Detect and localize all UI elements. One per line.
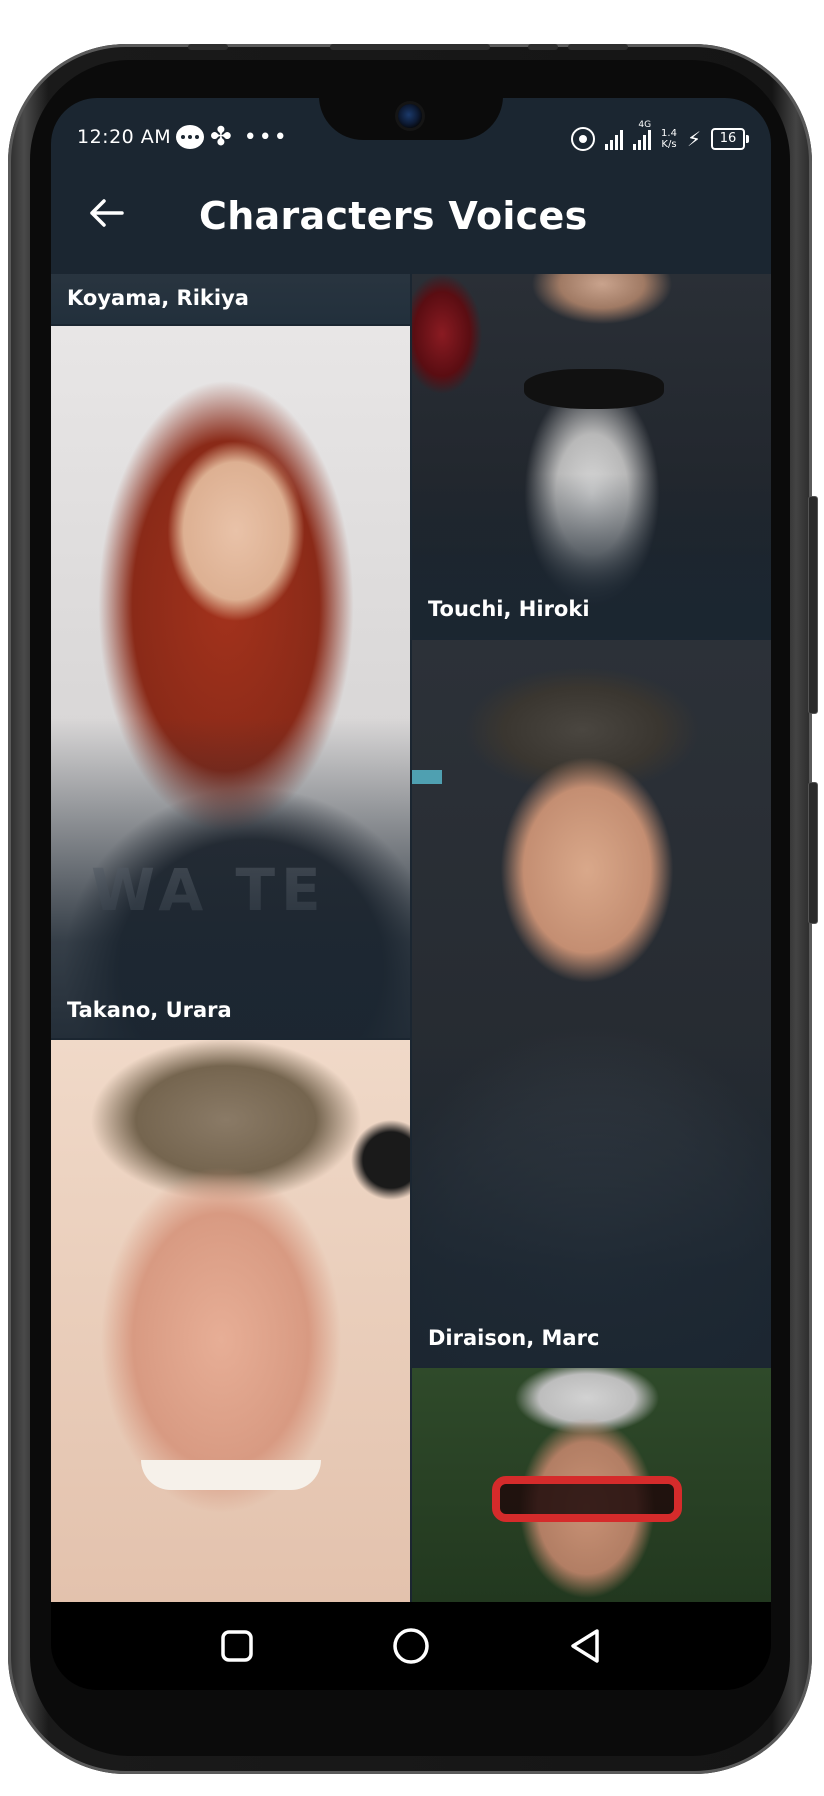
actor-name: Touchi, Hiroki <box>428 597 590 621</box>
voice-actor-card[interactable] <box>412 1368 771 1602</box>
hotspot-icon <box>571 127 596 151</box>
pinwheel-icon: ✤ <box>210 122 232 152</box>
message-icon <box>176 125 204 149</box>
app-bar: Characters Voices <box>51 160 771 274</box>
screen: 12:20 AM ✤ ••• 4G 1.4 K/s ⚡ 16 Character… <box>51 98 771 1690</box>
home-circle-icon <box>393 1628 429 1664</box>
earpiece-slit <box>330 44 490 50</box>
card-gradient <box>412 1039 771 1366</box>
voice-actor-grid: Koyama, Rikiya Touchi, Hiroki WA TE Taka… <box>51 274 771 1602</box>
recents-square-icon <box>221 1630 253 1662</box>
battery-icon: 16 <box>711 128 749 150</box>
voice-actor-card[interactable]: Koyama, Rikiya <box>51 274 410 324</box>
recents-button[interactable] <box>213 1622 261 1670</box>
network-label: 4G <box>638 120 652 130</box>
card-gradient <box>51 717 410 1038</box>
notification-icons: ✤ ••• <box>176 122 289 152</box>
arrow-left-icon <box>90 199 124 227</box>
network-speed: 1.4 K/s <box>661 128 677 150</box>
speed-value: 1.4 <box>661 128 677 139</box>
light-strip <box>412 770 442 784</box>
front-camera <box>398 104 422 128</box>
sensor-slit <box>568 44 628 50</box>
voice-actor-card[interactable]: WA TE Takano, Urara <box>51 326 410 1038</box>
app-area: 12:20 AM ✤ ••• 4G 1.4 K/s ⚡ 16 Character… <box>51 98 771 1602</box>
speed-unit: K/s <box>661 139 677 150</box>
speaker-slit <box>188 44 228 50</box>
actor-photo <box>51 1040 410 1602</box>
back-triangle-icon <box>571 1629 599 1663</box>
system-icons: 4G 1.4 K/s ⚡ 16 <box>571 120 749 154</box>
volume-button <box>808 496 818 714</box>
status-time: 12:20 AM <box>77 126 172 148</box>
nav-back-button[interactable] <box>561 1622 609 1670</box>
signal-4g-icon: 4G <box>633 120 652 150</box>
back-button[interactable] <box>81 188 131 238</box>
more-dots-icon: ••• <box>243 124 289 150</box>
sunglasses <box>492 1476 682 1522</box>
bow-tie <box>524 369 664 409</box>
system-nav-bar <box>51 1602 771 1690</box>
charging-icon: ⚡ <box>686 127 701 151</box>
actor-name: Takano, Urara <box>67 998 232 1022</box>
home-button[interactable] <box>387 1622 435 1670</box>
voice-actor-card[interactable] <box>51 1040 410 1602</box>
actor-name: Diraison, Marc <box>428 1326 600 1350</box>
sensor-slit <box>528 44 558 50</box>
power-button <box>808 782 818 924</box>
page-title: Characters Voices <box>199 194 588 238</box>
signal-icon <box>605 128 624 150</box>
smile <box>141 1460 321 1490</box>
voice-actor-card[interactable]: Touchi, Hiroki <box>412 274 771 637</box>
actor-name: Koyama, Rikiya <box>67 286 249 310</box>
voice-actor-card[interactable]: Diraison, Marc <box>412 640 771 1366</box>
